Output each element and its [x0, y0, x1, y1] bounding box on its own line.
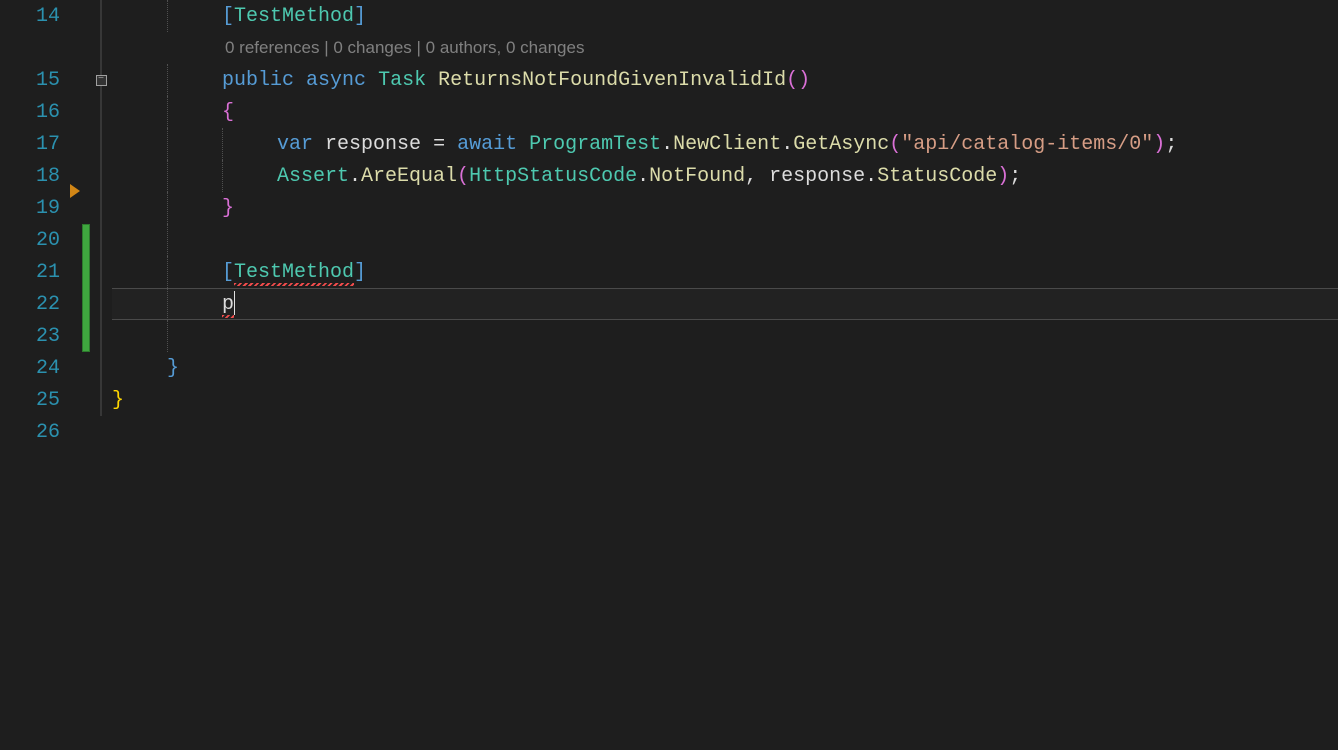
- code-line[interactable]: [112, 320, 1338, 352]
- codelens[interactable]: 0 references | 0 changes | 0 authors, 0 …: [112, 32, 1338, 64]
- gutter-spacer: [0, 32, 82, 64]
- line-number: 19: [0, 192, 82, 224]
- method-name: ReturnsNotFoundGivenInvalidId: [438, 69, 786, 92]
- brace-close: }: [112, 389, 124, 412]
- code-line[interactable]: [112, 224, 1338, 256]
- outline-column: −: [90, 0, 112, 750]
- code-line[interactable]: {: [112, 96, 1338, 128]
- line-number: 14: [0, 0, 82, 32]
- code-line[interactable]: public async Task ReturnsNotFoundGivenIn…: [112, 64, 1338, 96]
- attribute-name-error: TestMethod: [234, 261, 354, 284]
- line-number: 23: [0, 320, 82, 352]
- keyword: async: [306, 69, 366, 92]
- line-number: 22: [0, 288, 82, 320]
- line-number: 17: [0, 128, 82, 160]
- code-editor[interactable]: 14 15 16 17 18 19 20 21 22 23 24 25 26 −: [0, 0, 1338, 750]
- code-line-current[interactable]: p: [112, 288, 1338, 320]
- string-literal: "api/catalog-items/0": [901, 133, 1153, 156]
- text-caret: [234, 291, 235, 315]
- brace-close: }: [167, 357, 179, 380]
- fold-toggle[interactable]: −: [90, 64, 112, 96]
- code-line[interactable]: Assert.AreEqual(HttpStatusCode.NotFound,…: [112, 160, 1338, 192]
- line-number: 24: [0, 352, 82, 384]
- code-area[interactable]: [TestMethod] 0 references | 0 changes | …: [112, 0, 1338, 750]
- line-number: 16: [0, 96, 82, 128]
- code-line[interactable]: [TestMethod]: [112, 256, 1338, 288]
- bracket-open: [: [222, 5, 234, 28]
- line-number-gutter: 14 15 16 17 18 19 20 21 22 23 24 25 26: [0, 0, 82, 750]
- code-line[interactable]: var response = await ProgramTest.NewClie…: [112, 128, 1338, 160]
- change-bar-column: [82, 0, 90, 750]
- code-line[interactable]: }: [112, 352, 1338, 384]
- line-number: 20: [0, 224, 82, 256]
- line-number: 26: [0, 416, 82, 448]
- change-marker: [82, 224, 90, 352]
- attribute-name: TestMethod: [234, 5, 354, 28]
- code-line[interactable]: [112, 416, 1338, 448]
- code-line[interactable]: [TestMethod]: [112, 0, 1338, 32]
- brace-open: {: [222, 101, 234, 124]
- type-name: Task: [378, 69, 426, 92]
- line-number: 15: [0, 64, 82, 96]
- line-number: 21: [0, 256, 82, 288]
- line-number: 25: [0, 384, 82, 416]
- bracket-close: ]: [354, 5, 366, 28]
- line-number: 18: [0, 160, 82, 192]
- brace-close: }: [222, 197, 234, 220]
- typed-text: p: [222, 293, 234, 316]
- code-line[interactable]: }: [112, 384, 1338, 416]
- code-line[interactable]: }: [112, 192, 1338, 224]
- keyword: public: [222, 69, 294, 92]
- codelens-text[interactable]: 0 references | 0 changes | 0 authors, 0 …: [225, 38, 584, 58]
